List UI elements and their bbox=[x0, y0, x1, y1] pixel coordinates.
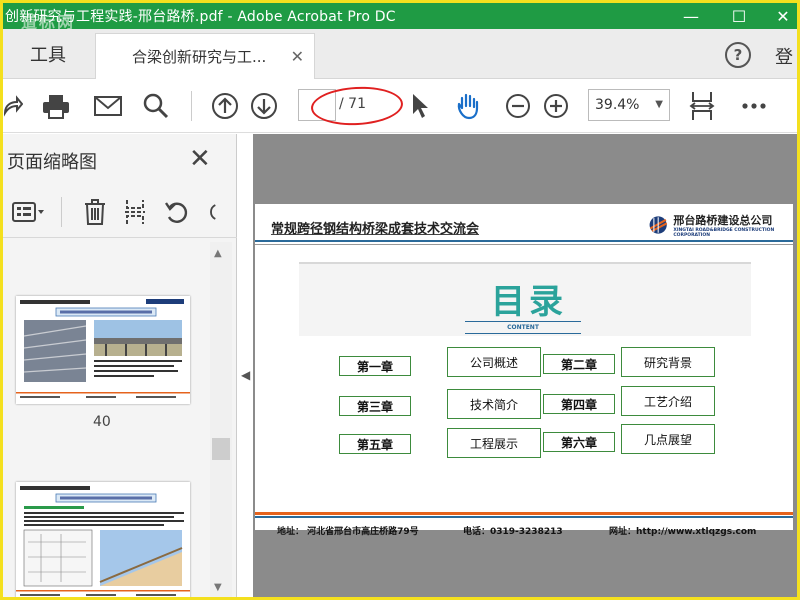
more-options-icon[interactable] bbox=[739, 91, 769, 121]
panel-title: 页面缩略图 bbox=[7, 152, 97, 173]
panel-toolbar bbox=[3, 186, 237, 238]
fit-page-icon[interactable] bbox=[687, 91, 717, 121]
company-logo: 邢台路桥建设总公司 XINGTAI ROAD&BRIDGE CONSTRUCTI… bbox=[647, 212, 793, 238]
zoom-in-icon[interactable] bbox=[541, 91, 571, 121]
close-panel-icon[interactable]: ✕ bbox=[189, 144, 211, 174]
tab-document-label: 合梁创新研究与工... bbox=[132, 48, 267, 66]
footer-website: 网址：http://www.xtlqzgs.com bbox=[609, 527, 757, 537]
acrobat-window: 创新研究与工程实践-邢台路桥.pdf - Adobe Acrobat Pro D… bbox=[0, 0, 800, 600]
scroll-thumb[interactable] bbox=[212, 438, 230, 460]
header-rule bbox=[255, 240, 793, 242]
select-cursor-icon[interactable] bbox=[405, 91, 435, 121]
delete-icon[interactable] bbox=[81, 198, 109, 226]
toolbar-divider bbox=[191, 91, 192, 121]
chapter-4-title: 工艺介绍 bbox=[621, 386, 715, 416]
document-view: 常规跨径钢结构桥梁成套技术交流会 邢台路桥建设总公司 XINGTAI ROAD&… bbox=[253, 134, 797, 597]
chapter-6-label: 第六章 bbox=[543, 432, 615, 452]
tab-bar: 工具 合梁创新研究与工... ✕ ? 登 bbox=[3, 29, 797, 79]
chapter-5-label: 第五章 bbox=[339, 434, 411, 454]
collapse-panel-icon[interactable]: ◀ bbox=[241, 368, 250, 382]
close-tab-icon[interactable]: ✕ bbox=[291, 47, 304, 66]
pdf-page: 常规跨径钢结构桥梁成套技术交流会 邢台路桥建设总公司 XINGTAI ROAD&… bbox=[255, 204, 793, 537]
zoom-value: 39.4% bbox=[595, 97, 640, 113]
extract-pages-icon[interactable] bbox=[121, 198, 149, 226]
company-emblem-icon bbox=[649, 216, 668, 234]
scroll-down-icon[interactable]: ▼ bbox=[214, 582, 222, 593]
company-name: 邢台路桥建设总公司 bbox=[673, 214, 773, 227]
main-toolbar: / 71 39.4% ▼ bbox=[3, 79, 797, 133]
hand-tool-icon[interactable] bbox=[453, 91, 483, 121]
thumbnail-page-number: 40 bbox=[93, 414, 111, 430]
help-icon[interactable]: ? bbox=[725, 42, 751, 68]
zoom-out-icon[interactable] bbox=[503, 91, 533, 121]
panel-divider bbox=[61, 197, 62, 227]
footer-rule-orange bbox=[255, 512, 793, 515]
page-thumbnail[interactable] bbox=[16, 482, 190, 597]
footer-rule-blue bbox=[255, 516, 793, 518]
header-rule-thin bbox=[255, 244, 793, 245]
zoom-select[interactable]: 39.4% ▼ bbox=[588, 89, 670, 121]
chapter-3-title: 技术简介 bbox=[447, 389, 541, 419]
chapter-2-title: 研究背景 bbox=[621, 347, 715, 377]
footer-address: 地址： 河北省邢台市高庄桥路79号 bbox=[277, 527, 419, 537]
thumbnail-list: 40 bbox=[3, 242, 209, 597]
tab-document[interactable]: 合梁创新研究与工... ✕ bbox=[95, 33, 315, 79]
maximize-button[interactable]: ☐ bbox=[719, 3, 759, 29]
company-english-name: XINGTAI ROAD&BRIDGE CONSTRUCTION CORPORA… bbox=[673, 228, 775, 238]
rotate-clockwise-icon[interactable] bbox=[203, 198, 223, 226]
thumbnail-options-icon[interactable] bbox=[9, 198, 49, 226]
chapter-1-label: 第一章 bbox=[339, 356, 411, 376]
title-bar: 创新研究与工程实践-邢台路桥.pdf - Adobe Acrobat Pro D… bbox=[3, 3, 797, 32]
previous-page-icon[interactable] bbox=[210, 91, 240, 121]
scroll-up-icon[interactable]: ▲ bbox=[214, 248, 222, 259]
tab-tools[interactable]: 工具 bbox=[3, 29, 93, 79]
close-window-button[interactable]: ✕ bbox=[763, 3, 797, 29]
thumbnail-scrollbar[interactable]: ▲ ▼ bbox=[210, 242, 232, 597]
contents-subheading: CONTENT bbox=[465, 321, 581, 334]
login-button[interactable]: 登 bbox=[775, 43, 793, 69]
share-icon[interactable] bbox=[3, 91, 27, 121]
rotate-counterclockwise-icon[interactable] bbox=[163, 198, 191, 226]
contents-heading: 目录 bbox=[491, 282, 567, 322]
search-icon[interactable] bbox=[141, 91, 171, 121]
page-thumbnail[interactable] bbox=[16, 296, 190, 404]
footer-phone: 电话：0319-3238213 bbox=[463, 527, 563, 537]
chapter-2-label: 第二章 bbox=[543, 354, 615, 374]
minimize-button[interactable]: — bbox=[671, 3, 711, 29]
email-icon[interactable] bbox=[93, 91, 123, 121]
slide-title: 常规跨径钢结构桥梁成套技术交流会 bbox=[271, 222, 480, 237]
chapter-3-label: 第三章 bbox=[339, 396, 411, 416]
chapter-6-title: 几点展望 bbox=[621, 424, 715, 454]
chevron-down-icon: ▼ bbox=[655, 99, 663, 110]
next-page-icon[interactable] bbox=[249, 91, 279, 121]
chapter-4-label: 第四章 bbox=[543, 394, 615, 414]
thumbnails-panel: 页面缩略图 ✕ 40 ▲ ▼ bbox=[3, 134, 237, 597]
chapter-1-title: 公司概述 bbox=[447, 347, 541, 377]
print-icon[interactable] bbox=[41, 91, 71, 121]
chapter-5-title: 工程展示 bbox=[447, 428, 541, 458]
